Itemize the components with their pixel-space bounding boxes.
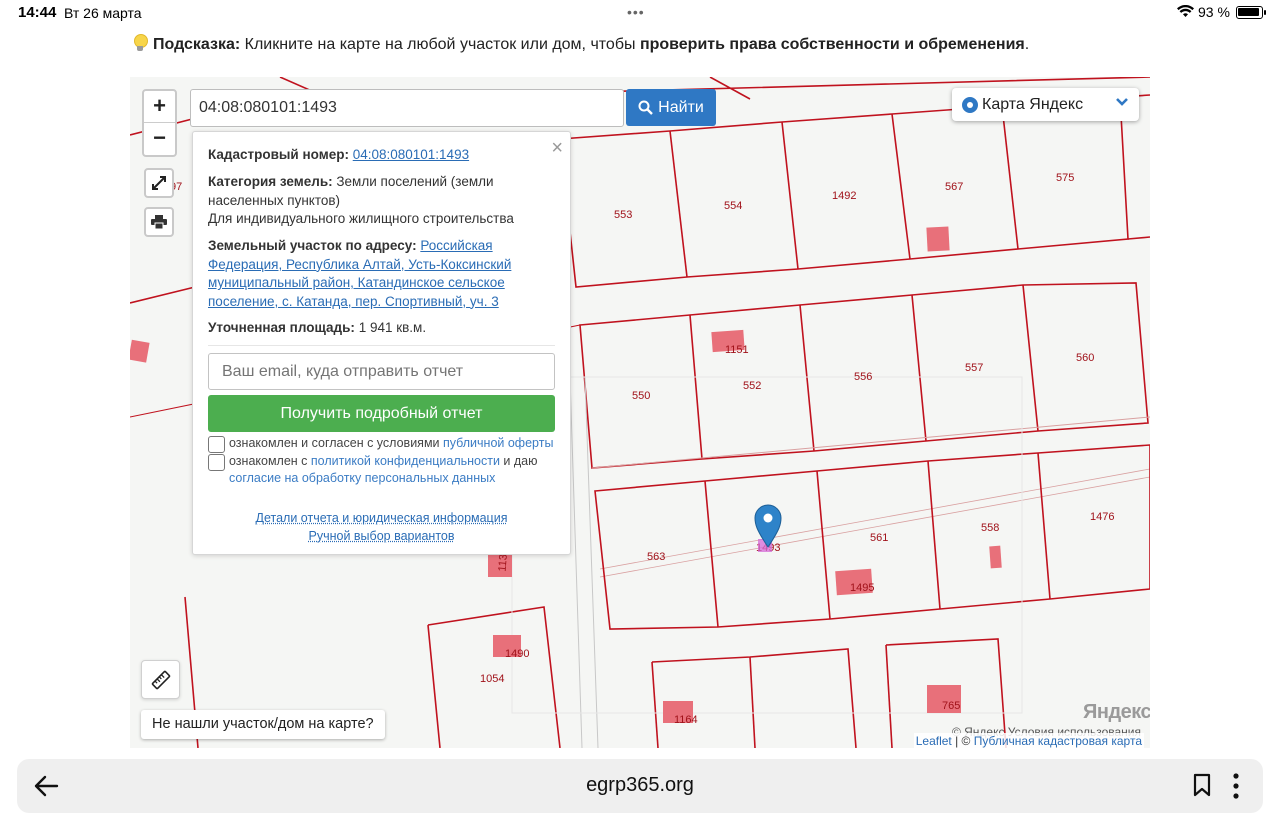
public-offer-link[interactable]: публичной оферты: [443, 436, 553, 450]
parcel-info-popup: × Кадастровый номер: 04:08:080101:1493 К…: [192, 131, 571, 555]
ruler-icon: [151, 670, 170, 689]
zoom-in-button[interactable]: +: [144, 91, 175, 123]
plot-label: 1495: [850, 582, 874, 594]
usage-value: Для индивидуального жилищного строительс…: [208, 211, 514, 226]
search-button-label: Найти: [658, 98, 704, 116]
plot-label: 1151: [725, 344, 749, 356]
multitasking-dots-icon[interactable]: •••: [627, 4, 645, 20]
hint-label: Подсказка:: [153, 36, 241, 53]
category-label: Категория земель:: [208, 174, 333, 189]
privacy-policy-link[interactable]: политикой конфиденциальности: [311, 454, 500, 468]
fullscreen-button[interactable]: [144, 168, 174, 198]
yandex-logo: Яндекс: [1083, 701, 1150, 723]
print-button[interactable]: [144, 207, 174, 237]
zoom-control: + −: [142, 89, 177, 157]
status-bar: 14:44 Вт 26 марта ••• 93 %: [0, 0, 1280, 26]
plot-label: 1164: [674, 714, 698, 726]
plot-label: 558: [981, 522, 999, 534]
manual-selection-link[interactable]: Ручной выбор вариантов: [193, 529, 570, 543]
plot-label: 561: [870, 532, 888, 544]
area-label: Уточненная площадь:: [208, 320, 355, 335]
attribution-separator: | ©: [951, 734, 974, 748]
plot-label: 563: [647, 551, 665, 563]
map-layer-select[interactable]: Карта Яндекс: [952, 88, 1139, 121]
plot-label: 550: [632, 390, 650, 402]
zoom-out-button[interactable]: −: [144, 123, 175, 155]
offer-consent-row: ознакомлен и согласен с условиями публич…: [208, 435, 553, 453]
expand-icon: [152, 176, 166, 190]
plot-label: 554: [724, 200, 742, 212]
lightbulb-icon: [133, 34, 148, 52]
browser-toolbar: egrp365.org: [0, 750, 1280, 829]
not-found-button[interactable]: Не нашли участок/дом на карте?: [141, 710, 385, 739]
hint-bold-text: проверить права собственности и обремене…: [639, 36, 1025, 53]
battery-icon: [1236, 6, 1266, 19]
url-text[interactable]: egrp365.org: [17, 774, 1263, 797]
status-date: Вт 26 марта: [64, 5, 142, 21]
offer-consent-text: ознакомлен и согласен с условиями: [229, 436, 443, 450]
offer-checkbox[interactable]: [208, 436, 225, 453]
plot-label: 553: [614, 209, 632, 221]
privacy-checkbox[interactable]: [208, 454, 225, 471]
plot-label: 557: [965, 362, 983, 374]
plot-label: 1490: [505, 648, 529, 660]
hint-text: Кликните на карте на любой участок или д…: [240, 36, 640, 53]
address-bar[interactable]: egrp365.org: [17, 759, 1263, 813]
plot-label: 567: [945, 181, 963, 193]
hint-end: .: [1024, 36, 1030, 53]
plot-label: 765: [942, 700, 960, 712]
area-value: 1 941 кв.м.: [358, 320, 427, 335]
wifi-icon: [1177, 4, 1194, 23]
get-report-button[interactable]: Получить подробный отчет: [208, 395, 555, 432]
address-label: Земельный участок по адресу:: [208, 238, 417, 253]
plot-label: 560: [1076, 352, 1094, 364]
search-button[interactable]: Найти: [626, 89, 716, 126]
plot-label: 1492: [832, 190, 856, 202]
divider: [208, 345, 555, 346]
report-details-link[interactable]: Детали отчета и юридическая информация: [193, 511, 570, 525]
leaflet-link[interactable]: Leaflet: [916, 734, 952, 748]
cadastral-map-link[interactable]: Публичная кадастровая карта: [974, 734, 1142, 748]
hint-line: Подсказка: Кликните на карте на любой уч…: [133, 34, 1029, 54]
cadastral-number-link[interactable]: 04:08:080101:1493: [353, 147, 469, 162]
privacy-consent-text: ознакомлен с: [229, 454, 311, 468]
area-row: Уточненная площадь: 1 941 кв.м.: [208, 319, 555, 338]
chevron-down-icon: [1116, 98, 1128, 106]
battery-percentage: 93 %: [1198, 4, 1230, 20]
search-icon: [638, 100, 654, 115]
privacy-consent-row: ознакомлен с политикой конфиденциальност…: [208, 453, 543, 487]
radio-selected-icon: [962, 96, 978, 113]
plot-label: 1476: [1090, 511, 1114, 523]
status-time: 14:44: [18, 4, 57, 21]
cadastral-search-input[interactable]: [190, 89, 624, 127]
personal-data-consent-link[interactable]: согласие на обработку персональных данны…: [229, 471, 495, 485]
plot-label: 552: [743, 380, 761, 392]
more-options-icon[interactable]: [1232, 773, 1240, 804]
plot-label: 1054: [480, 673, 504, 685]
plot-label: 556: [854, 371, 872, 383]
map-attribution: Leaflet | © Публичная кадастровая карта: [913, 733, 1144, 748]
cadastral-number-row: Кадастровый номер: 04:08:080101:1493: [208, 146, 555, 165]
cadastral-map[interactable]: 97 553 554 1492 567 575 1151 552 550 556…: [130, 77, 1150, 748]
address-row: Земельный участок по адресу: Российская …: [208, 237, 555, 311]
bookmark-icon[interactable]: [1192, 773, 1212, 802]
email-field[interactable]: [208, 353, 555, 390]
land-category-row: Категория земель: Земли поселений (земли…: [208, 173, 555, 229]
privacy-consent-mid: и даю: [499, 454, 538, 468]
layer-select-label: Карта Яндекс: [982, 95, 1084, 113]
cadastral-label: Кадастровый номер:: [208, 147, 349, 162]
printer-icon: [151, 215, 167, 229]
measure-button[interactable]: [141, 660, 180, 699]
plot-label: 575: [1056, 172, 1074, 184]
